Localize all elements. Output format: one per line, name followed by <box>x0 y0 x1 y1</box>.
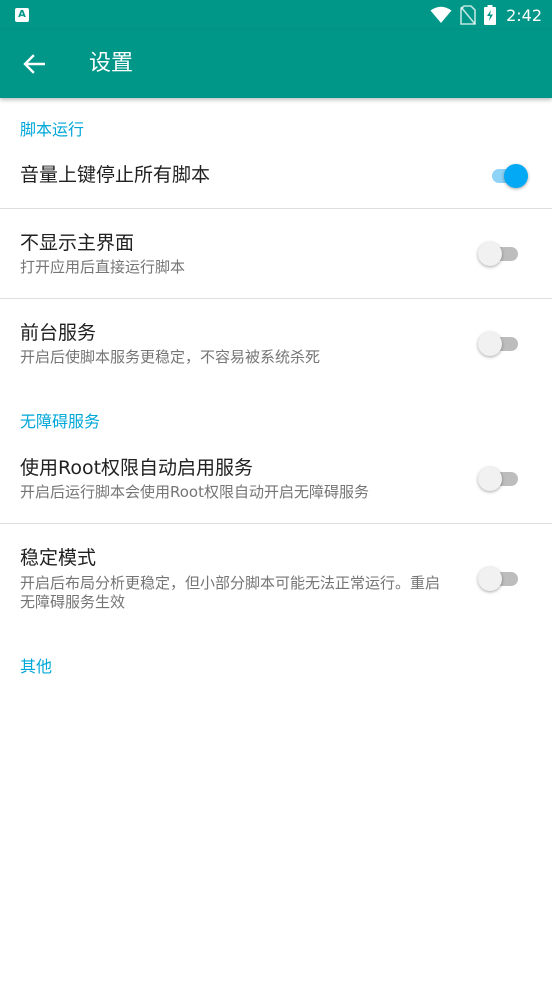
divider <box>0 208 552 209</box>
toolbar: 设置 <box>0 30 552 98</box>
pref-stable-mode-title: 稳定模式 <box>20 547 97 569</box>
status-right: 2:42 <box>430 4 542 26</box>
pref-foreground-summary: 开启后使脚本服务更稳定，不容易被系统杀死 <box>20 348 321 366</box>
switch-thumb <box>478 467 502 491</box>
switch-thumb <box>478 567 502 591</box>
switch-thumb <box>478 332 502 356</box>
battery-charging-icon <box>484 5 497 25</box>
divider <box>0 523 552 524</box>
back-button[interactable] <box>14 44 54 84</box>
category-script-run: 脚本运行 <box>20 120 85 139</box>
pref-stable-mode-summary: 开启后布局分析更稳定，但小部分脚本可能无法正常运行。重启无障碍服务生效 <box>20 574 441 611</box>
pref-root-title: 使用Root权限自动启用服务 <box>20 457 254 479</box>
app-notification-icon: A <box>15 8 29 22</box>
wifi-icon <box>430 6 452 23</box>
switch-thumb <box>478 242 502 266</box>
category-accessibility: 无障碍服务 <box>20 412 101 431</box>
root-accessibility-toggle[interactable] <box>478 466 520 492</box>
pref-foreground-title: 前台服务 <box>20 322 97 344</box>
clock: 2:42 <box>506 5 542 25</box>
status-bar: A 2:42 <box>0 0 552 30</box>
no-sim-icon <box>460 5 476 25</box>
hide-main-toggle[interactable] <box>478 241 520 267</box>
foreground-toggle[interactable] <box>478 331 520 357</box>
pref-root-summary: 开启后运行脚本会使用Root权限自动开启无障碍服务 <box>20 483 369 501</box>
switch-thumb <box>504 164 528 188</box>
page-title: 设置 <box>89 51 134 76</box>
pref-hide-main-summary: 打开应用后直接运行脚本 <box>20 258 186 276</box>
volume-stop-toggle[interactable] <box>486 163 528 189</box>
stable-mode-toggle[interactable] <box>478 566 520 592</box>
category-other: 其他 <box>20 657 53 676</box>
pref-hide-main-title: 不显示主界面 <box>20 232 135 254</box>
pref-volume-stop-title: 音量上键停止所有脚本 <box>20 164 211 186</box>
arrow-back-icon <box>23 54 45 74</box>
divider <box>0 298 552 299</box>
app-notification-badge: A <box>18 9 26 20</box>
